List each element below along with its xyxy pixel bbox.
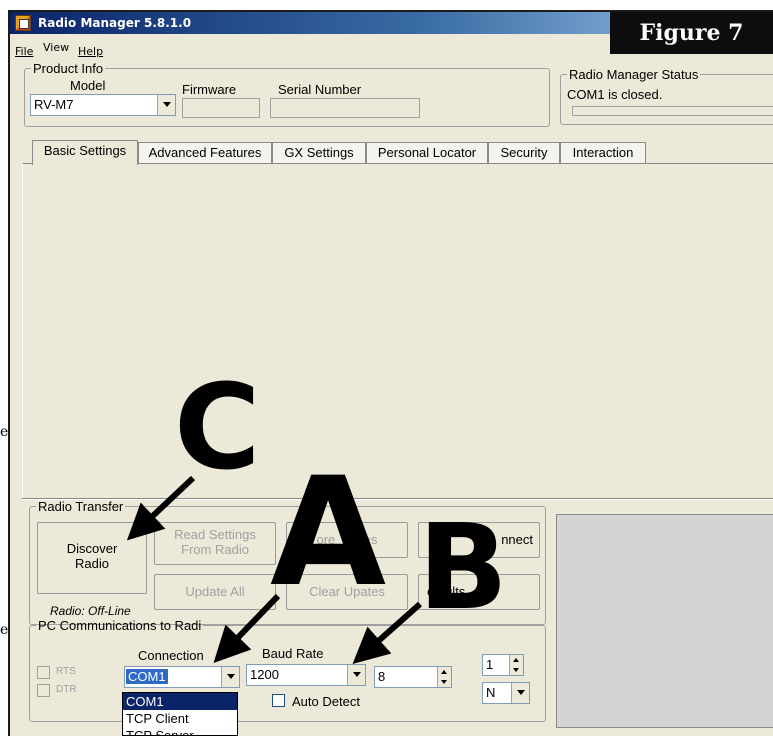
menu-view[interactable]: View: [43, 41, 69, 54]
app-icon: [15, 15, 31, 31]
dropdown-option-tcp-client[interactable]: TCP Client: [123, 710, 237, 727]
tab-gx-settings[interactable]: GX Settings: [272, 142, 366, 164]
dtr-label: DTR: [56, 684, 77, 695]
chevron-down-icon[interactable]: [347, 665, 365, 685]
dropdown-option-tcp-server[interactable]: TCP Server: [123, 727, 237, 735]
tab-personal-locator[interactable]: Personal Locator: [366, 142, 488, 164]
baud-rate-select[interactable]: 1200: [246, 664, 366, 686]
status-text: COM1 is closed.: [567, 87, 663, 102]
model-select[interactable]: RV-M7: [30, 94, 176, 116]
annotation-letter-c: C: [174, 358, 261, 496]
figure-label: Figure 7: [610, 12, 773, 54]
spinner-arrows-icon[interactable]: [509, 655, 523, 675]
connection-label: Connection: [138, 648, 204, 663]
model-label: Model: [70, 78, 106, 93]
tab-advanced-features[interactable]: Advanced Features: [138, 142, 272, 164]
auto-detect-checkbox[interactable]: [272, 694, 285, 707]
output-panel: [556, 514, 773, 728]
edge-text-1: e: [0, 424, 9, 440]
rts-label: RTS: [56, 666, 76, 677]
baud-rate-value: 1200: [250, 667, 279, 682]
tab-panel: [22, 163, 773, 497]
update-all-button[interactable]: Update All: [154, 574, 276, 610]
dtr-checkbox[interactable]: [37, 684, 50, 697]
status-progress-bar: [572, 106, 773, 116]
discover-radio-button[interactable]: Discover Radio: [37, 522, 147, 594]
pc-comm-legend: PC Communications to Radi: [38, 618, 202, 633]
stop-bits-spinner[interactable]: 1: [482, 654, 524, 676]
dropdown-option-com1[interactable]: COM1: [123, 693, 237, 710]
rts-checkbox[interactable]: [37, 666, 50, 679]
tab-interaction[interactable]: Interaction: [560, 142, 646, 164]
annotation-letter-b: B: [418, 498, 508, 636]
firmware-label: Firmware: [182, 82, 237, 97]
radio-transfer-legend: Radio Transfer: [38, 499, 124, 514]
firmware-field: [182, 98, 260, 118]
chevron-down-icon[interactable]: [221, 667, 239, 687]
baud-rate-label: Baud Rate: [262, 646, 324, 661]
connection-select[interactable]: COM1: [124, 666, 240, 688]
menu-help-label: Help: [78, 45, 104, 58]
connection-dropdown-list: COM1 TCP Client TCP Server: [122, 692, 238, 736]
spinner-arrows-icon[interactable]: [437, 667, 451, 687]
discover-label-1: Discover: [66, 541, 118, 556]
data-bits-spinner[interactable]: 8: [374, 666, 452, 688]
read-settings-button[interactable]: Read Settings From Radio: [154, 522, 276, 565]
data-bits-value: 8: [378, 669, 386, 684]
serial-number-label: Serial Number: [278, 82, 362, 97]
status-legend: Radio Manager Status: [569, 67, 699, 82]
menu-file-label: File: [15, 45, 34, 58]
auto-detect-label: Auto Detect: [292, 694, 360, 709]
stop-bits-value: 1: [486, 657, 494, 672]
serial-number-field: [270, 98, 420, 118]
app-window: Radio Manager 5.8.1.0 File View Help Pro…: [8, 10, 773, 736]
annotation-letter-a: A: [270, 446, 387, 620]
read-settings-label-2: From Radio: [181, 542, 249, 557]
discover-label-2: Radio: [75, 556, 109, 571]
chevron-down-icon[interactable]: [157, 95, 175, 115]
product-info-legend: Product Info: [33, 61, 104, 76]
window-title: Radio Manager 5.8.1.0: [38, 16, 192, 30]
read-settings-label-1: Read Settings: [174, 527, 256, 542]
parity-select[interactable]: N: [482, 682, 530, 704]
radio-status-text: Radio: Off-Line: [50, 604, 131, 618]
model-value: RV-M7: [34, 97, 74, 112]
edge-text-2: e: [0, 622, 9, 638]
tab-security[interactable]: Security: [488, 142, 560, 164]
parity-value: N: [486, 685, 496, 700]
chevron-down-icon[interactable]: [511, 683, 529, 703]
connection-value: COM1: [126, 669, 168, 684]
tab-basic-settings[interactable]: Basic Settings: [32, 140, 138, 165]
